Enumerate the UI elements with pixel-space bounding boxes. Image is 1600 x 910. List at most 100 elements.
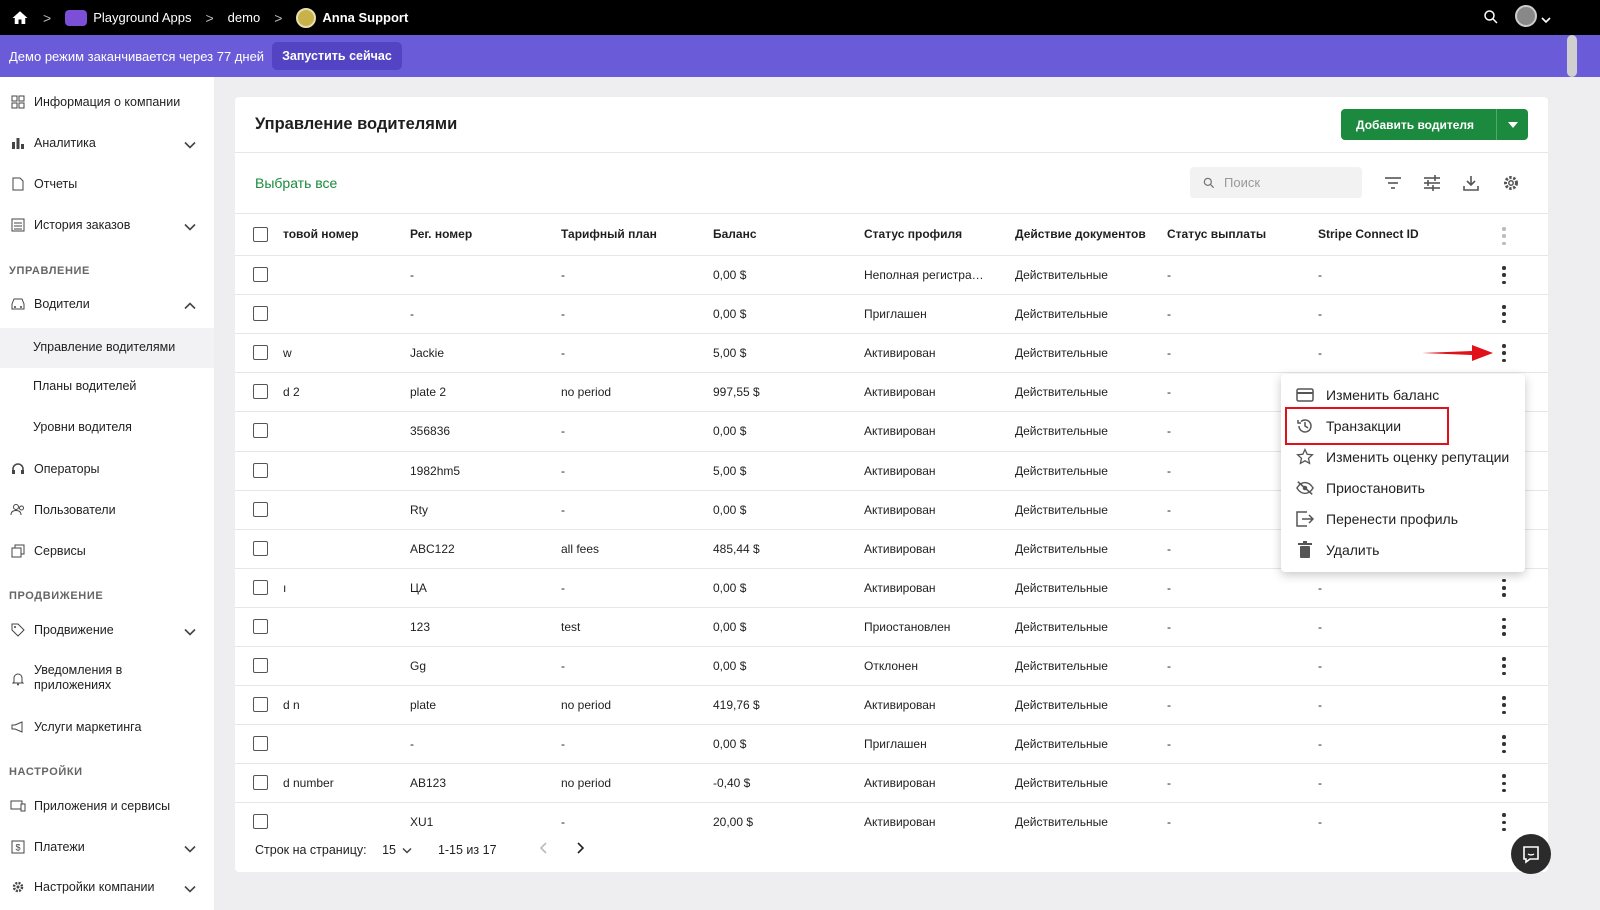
gear-icon[interactable] <box>1501 173 1521 193</box>
select-all-link[interactable]: Выбрать все <box>255 175 337 191</box>
row-checkbox[interactable] <box>253 462 268 478</box>
sidebar-item-company-info[interactable]: Информация о компании <box>0 94 214 110</box>
column-header-tariff[interactable]: Тарифный план <box>561 227 657 241</box>
sidebar-item-promotion[interactable]: Продвижение <box>0 622 214 638</box>
table-row[interactable]: Gg - 0,00 $ Отклонен Действительные - - <box>235 646 1548 685</box>
column-header-stripe-id[interactable]: Stripe Connect ID <box>1318 227 1419 241</box>
sidebar-item-apps-services[interactable]: Приложения и сервисы <box>0 798 214 814</box>
sidebar-item-order-history[interactable]: История заказов <box>0 217 214 233</box>
table-row[interactable]: 123 test 0,00 $ Приостановлен Действительные… <box>235 606 1548 646</box>
search-icon[interactable] <box>1482 8 1500 26</box>
row-more-icon[interactable] <box>1501 266 1507 284</box>
sidebar-item-marketing[interactable]: Услуги маркетинга <box>0 719 214 735</box>
row-checkbox[interactable] <box>253 736 268 752</box>
chevron-down-icon[interactable] <box>1541 12 1551 27</box>
row-more-icon[interactable] <box>1501 696 1507 715</box>
chevron-left-icon[interactable] <box>539 842 548 857</box>
row-checkbox[interactable] <box>253 501 268 517</box>
row-more-icon[interactable] <box>1501 735 1507 754</box>
sidebar-item-drivers[interactable]: Водители <box>0 296 214 312</box>
cell-side-number: d n <box>283 698 300 713</box>
row-more-icon[interactable] <box>1501 657 1507 675</box>
row-more-icon[interactable] <box>1501 813 1507 832</box>
page-title: Управление водителями <box>255 115 458 133</box>
cell-stripe-id: - <box>1318 307 1322 322</box>
add-driver-button[interactable]: Добавить водителя <box>1341 109 1528 140</box>
user-avatar[interactable] <box>1515 5 1537 27</box>
row-more-icon[interactable] <box>1501 344 1507 363</box>
sidebar-item-payments[interactable]: $ Платежи <box>0 839 214 855</box>
breadcrumb-project[interactable]: demo <box>228 10 261 25</box>
menu-item-reputation[interactable]: Изменить оценку репутации <box>1281 442 1525 472</box>
rows-per-page-select[interactable]: 15 <box>382 843 416 857</box>
column-header-payout-status[interactable]: Статус выплаты <box>1167 227 1266 241</box>
sidebar-item-notifications[interactable]: Уведомления в приложениях <box>0 663 214 693</box>
cell-reg-number: Rty <box>410 502 428 517</box>
select-all-checkbox[interactable] <box>253 227 268 242</box>
row-checkbox[interactable] <box>253 618 268 634</box>
column-header-profile-status[interactable]: Статус профиля <box>864 227 962 241</box>
sidebar-item-driver-plans[interactable]: Планы водителей <box>0 379 214 393</box>
table-row[interactable]: d n plate no period 419,76 $ Активирован Дейс… <box>235 685 1548 724</box>
row-checkbox[interactable] <box>253 384 268 400</box>
column-header-reg-number[interactable]: Рег. номер <box>410 227 472 241</box>
columns-settings-icon[interactable] <box>1422 173 1442 193</box>
table-row[interactable]: XU1 - 20,00 $ Активирован Действительные - - <box>235 802 1548 841</box>
breadcrumb-org[interactable]: Playground Apps <box>65 9 191 26</box>
header-more-icon[interactable] <box>1501 227 1507 245</box>
table-row[interactable]: d number AB123 no period -0,40 $ Активирован… <box>235 763 1548 802</box>
cell-reg-number: Gg <box>410 659 427 673</box>
sidebar-item-services[interactable]: Сервисы <box>0 543 214 559</box>
table-row[interactable]: - - 0,00 $ Приглашен Действительные - - <box>235 724 1548 763</box>
row-checkbox[interactable] <box>253 814 268 830</box>
rows-per-page-label: Строк на страницу: <box>255 843 367 857</box>
home-icon[interactable] <box>11 9 29 27</box>
row-checkbox[interactable] <box>253 540 268 556</box>
table-row[interactable]: ı ЦА - 0,00 $ Активирован Действительные - - <box>235 567 1548 607</box>
sidebar-item-drivers-management[interactable]: Управление водителями <box>0 328 214 368</box>
row-more-icon[interactable] <box>1501 617 1507 636</box>
filter-icon[interactable] <box>1383 173 1403 193</box>
column-header-balance[interactable]: Баланс <box>713 227 757 241</box>
row-checkbox[interactable] <box>253 423 268 439</box>
row-checkbox[interactable] <box>253 697 268 713</box>
cell-profile-status: Активирован <box>864 385 936 400</box>
scrollbar[interactable] <box>1567 35 1577 77</box>
launch-now-button[interactable]: Запустить сейчас <box>272 42 402 70</box>
chat-button[interactable] <box>1511 834 1551 874</box>
table-row[interactable]: - - 0,00 $ Неполная регистра… Действительные… <box>235 255 1548 294</box>
sidebar-item-driver-levels[interactable]: Уровни водителя <box>0 420 214 434</box>
column-header-side-number[interactable]: товой номер <box>283 227 359 241</box>
cell-balance: 997,55 $ <box>713 385 760 400</box>
table-row[interactable]: w Jackie - 5,00 $ Активирован Действительные -… <box>235 333 1548 372</box>
devices-icon <box>10 798 26 814</box>
row-more-icon[interactable] <box>1501 305 1507 324</box>
row-checkbox[interactable] <box>253 579 268 595</box>
rows-per-page-value: 15 <box>382 843 396 857</box>
row-checkbox[interactable] <box>253 658 268 673</box>
caret-down-icon[interactable] <box>1496 109 1528 140</box>
sidebar-item-analytics[interactable]: Аналитика <box>0 135 214 151</box>
menu-item-suspend[interactable]: Приостановить <box>1281 473 1525 503</box>
row-checkbox[interactable] <box>253 306 268 322</box>
sidebar-item-label: Продвижение <box>34 623 114 637</box>
sidebar-item-reports[interactable]: Отчеты <box>0 176 214 192</box>
row-more-icon[interactable] <box>1501 578 1507 597</box>
download-icon[interactable] <box>1461 173 1481 193</box>
chevron-right-icon[interactable] <box>576 842 584 857</box>
breadcrumb-app[interactable]: Anna Support <box>296 7 408 28</box>
table-row[interactable]: - - 0,00 $ Приглашен Действительные - - <box>235 294 1548 333</box>
cell-payout-status: - <box>1167 502 1171 517</box>
sidebar-item-company-settings[interactable]: Настройки компании <box>0 879 214 895</box>
menu-item-transfer-profile[interactable]: Перенести профиль <box>1281 504 1525 534</box>
menu-item-change-balance[interactable]: Изменить баланс <box>1281 380 1525 410</box>
search-input[interactable]: Поиск <box>1190 167 1362 198</box>
row-checkbox[interactable] <box>253 345 268 361</box>
row-checkbox[interactable] <box>253 267 268 282</box>
row-more-icon[interactable] <box>1501 774 1507 793</box>
column-header-documents[interactable]: Действие документов <box>1015 227 1146 241</box>
sidebar-item-operators[interactable]: Операторы <box>0 461 214 477</box>
menu-item-delete[interactable]: Удалить <box>1281 535 1525 565</box>
sidebar-item-users[interactable]: Пользователи <box>0 502 214 518</box>
row-checkbox[interactable] <box>253 775 268 791</box>
